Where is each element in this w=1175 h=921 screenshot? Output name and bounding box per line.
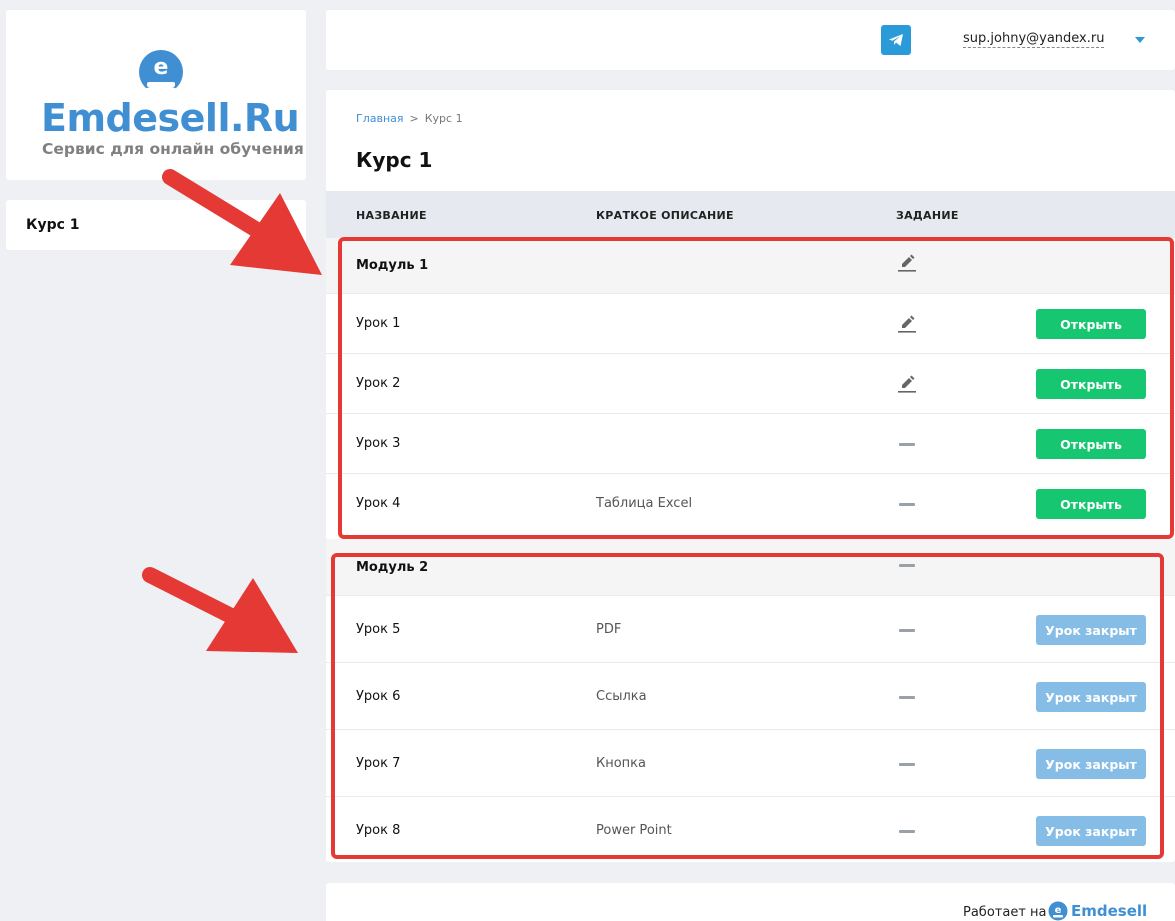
column-header-task: ЗАДАНИЕ bbox=[896, 209, 959, 222]
open-lesson-button[interactable]: Открыть bbox=[1036, 489, 1146, 519]
logo-mark-icon: e bbox=[139, 50, 183, 96]
footer-logo[interactable]: e Emdesell bbox=[1048, 901, 1147, 921]
logo-tagline: Сервис для онлайн обучения bbox=[42, 140, 304, 158]
lesson-name: Урок 8 bbox=[356, 823, 401, 838]
lesson-closed-button[interactable]: Урок закрыт bbox=[1036, 749, 1146, 779]
annotation-arrow-1 bbox=[162, 169, 322, 275]
sidebar-item-course-1[interactable]: Курс 1 bbox=[26, 217, 80, 233]
footer-powered-by: Работает на bbox=[963, 905, 1047, 920]
logo-card: e Emdesell.Ru Сервис для онлайн обучения bbox=[6, 10, 306, 180]
module-row: Модуль 1 bbox=[326, 238, 1175, 294]
open-lesson-button[interactable]: Открыть bbox=[1036, 429, 1146, 459]
lesson-closed-button[interactable]: Урок закрыт bbox=[1036, 816, 1146, 846]
edit-icon[interactable] bbox=[896, 373, 918, 395]
lesson-row: Урок 2 Открыть bbox=[326, 354, 1175, 414]
annotation-arrow-2 bbox=[142, 567, 298, 653]
lesson-description: Ссылка bbox=[596, 689, 647, 704]
edit-icon[interactable] bbox=[896, 313, 918, 335]
lesson-closed-button[interactable]: Урок закрыт bbox=[1036, 615, 1146, 645]
dash-icon bbox=[896, 686, 918, 708]
module-row: Модуль 2 bbox=[326, 539, 1175, 596]
telegram-button[interactable] bbox=[881, 25, 911, 55]
lesson-name: Урок 1 bbox=[356, 316, 401, 331]
footer-brand: Emdesell bbox=[1071, 902, 1148, 920]
breadcrumb-current: Курс 1 bbox=[424, 112, 463, 125]
logo-name: Emdesell.Ru bbox=[41, 96, 300, 140]
lesson-name: Урок 6 bbox=[356, 689, 401, 704]
dash-icon bbox=[896, 554, 918, 576]
dash-icon bbox=[896, 493, 918, 515]
lesson-row: Урок 5 PDF Урок закрыт bbox=[326, 596, 1175, 663]
lesson-name: Урок 7 bbox=[356, 756, 401, 771]
lesson-name: Урок 3 bbox=[356, 436, 401, 451]
open-lesson-button[interactable]: Открыть bbox=[1036, 309, 1146, 339]
lesson-description: Кнопка bbox=[596, 756, 647, 771]
lesson-name: Урок 5 bbox=[356, 622, 401, 637]
module-name: Модуль 2 bbox=[356, 560, 429, 575]
svg-text:e: e bbox=[1055, 905, 1062, 916]
column-header-description: КРАТКОЕ ОПИСАНИЕ bbox=[596, 209, 734, 222]
page-title: Курс 1 bbox=[356, 148, 433, 172]
lesson-row: Урок 4 Таблица Excel Открыть bbox=[326, 474, 1175, 534]
lesson-name: Урок 4 bbox=[356, 496, 401, 511]
footer: Работает на e Emdesell bbox=[326, 883, 1175, 921]
lesson-name: Урок 2 bbox=[356, 376, 401, 391]
table-header: НАЗВАНИЕ КРАТКОЕ ОПИСАНИЕ ЗАДАНИЕ bbox=[326, 191, 1175, 239]
lesson-row: Урок 7 Кнопка Урок закрыт bbox=[326, 730, 1175, 797]
lesson-description: PDF bbox=[596, 622, 622, 637]
dash-icon bbox=[896, 820, 918, 842]
telegram-icon bbox=[889, 34, 903, 46]
dash-icon bbox=[896, 753, 918, 775]
chevron-down-icon[interactable] bbox=[1135, 37, 1145, 43]
lesson-row: Урок 6 Ссылка Урок закрыт bbox=[326, 663, 1175, 730]
svg-text:e: e bbox=[154, 55, 169, 80]
lesson-description: Таблица Excel bbox=[596, 496, 693, 511]
breadcrumb-home-link[interactable]: Главная bbox=[356, 112, 404, 125]
lesson-row: Урок 1 Открыть bbox=[326, 294, 1175, 354]
module-name: Модуль 1 bbox=[356, 258, 429, 273]
breadcrumb-separator: > bbox=[409, 112, 419, 125]
dash-icon bbox=[896, 619, 918, 641]
main-content: Главная > Курс 1 Курс 1 НАЗВАНИЕ КРАТКОЕ О… bbox=[326, 90, 1175, 862]
open-lesson-button[interactable]: Открыть bbox=[1036, 369, 1146, 399]
logo-mark-icon: e bbox=[1048, 901, 1068, 921]
breadcrumb: Главная > Курс 1 bbox=[356, 112, 463, 125]
lesson-description: Power Point bbox=[596, 823, 672, 838]
column-header-name: НАЗВАНИЕ bbox=[356, 209, 427, 222]
lesson-closed-button[interactable]: Урок закрыт bbox=[1036, 682, 1146, 712]
lesson-row: Урок 3 Открыть bbox=[326, 414, 1175, 474]
lesson-row: Урок 8 Power Point Урок закрыт bbox=[326, 797, 1175, 864]
user-menu-email[interactable]: sup.johny@yandex.ru bbox=[963, 31, 1105, 48]
header-bar: sup.johny@yandex.ru bbox=[326, 10, 1175, 70]
edit-icon[interactable] bbox=[896, 252, 918, 274]
dash-icon bbox=[896, 433, 918, 455]
